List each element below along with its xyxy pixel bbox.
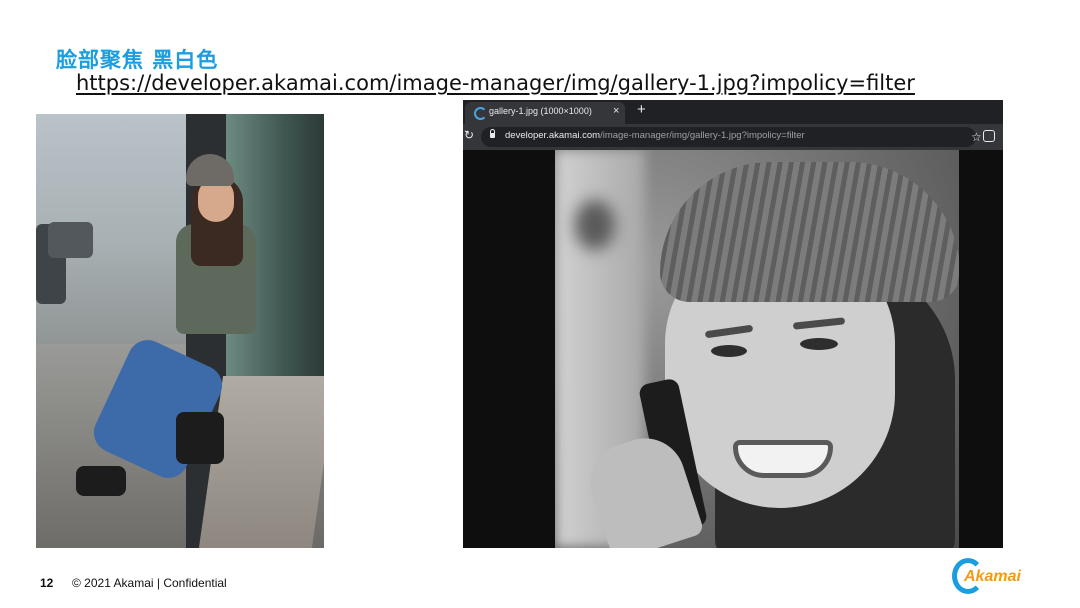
url-path: /image-manager/img/gallery-1.jpg?impolic… <box>600 130 805 141</box>
address-url[interactable]: developer.akamai.com/image-manager/img/g… <box>505 130 805 141</box>
photo-car <box>48 222 93 258</box>
reload-icon[interactable]: ↻ <box>463 128 475 142</box>
tab-bar: gallery-1.jpg (1000×1000) × + <box>463 100 1003 124</box>
grayscale-filtered-image <box>555 150 959 548</box>
extension-icon[interactable] <box>983 130 995 142</box>
tab-gallery-image[interactable]: gallery-1.jpg (1000×1000) × <box>465 102 625 124</box>
browser-toolbar: ↻ developer.akamai.com/image-manager/img… <box>463 124 1003 150</box>
image-smile <box>733 440 833 478</box>
lock-icon[interactable] <box>490 129 495 138</box>
slide-url-link[interactable]: https://developer.akamai.com/image-manag… <box>76 71 915 95</box>
image-eye <box>800 338 838 350</box>
image-knit-hat <box>660 162 959 302</box>
new-tab-icon[interactable]: + <box>637 101 646 118</box>
address-bar[interactable]: developer.akamai.com/image-manager/img/g… <box>481 127 982 147</box>
copyright-text: © 2021 Akamai | Confidential <box>72 576 227 590</box>
close-icon[interactable]: × <box>613 105 619 117</box>
bookmark-star-icon[interactable]: ☆ <box>971 130 982 144</box>
page-viewport <box>463 150 1003 548</box>
logo-text: Akamai <box>964 568 1021 585</box>
loading-favicon-icon <box>474 107 487 120</box>
page-number: 12 <box>40 576 54 590</box>
original-color-photo <box>36 114 324 548</box>
blurred-background <box>575 200 615 250</box>
tab-title: gallery-1.jpg (1000×1000) <box>489 106 592 116</box>
url-host: developer.akamai.com <box>505 130 601 141</box>
browser-window: gallery-1.jpg (1000×1000) × + ↻ develope… <box>463 100 1003 548</box>
photo-boot <box>176 412 224 464</box>
photo-boot <box>76 466 126 496</box>
slide-title: 脸部聚焦 黑白色 <box>56 48 219 72</box>
akamai-logo: Akamai <box>952 556 1042 594</box>
image-eye <box>711 345 747 357</box>
